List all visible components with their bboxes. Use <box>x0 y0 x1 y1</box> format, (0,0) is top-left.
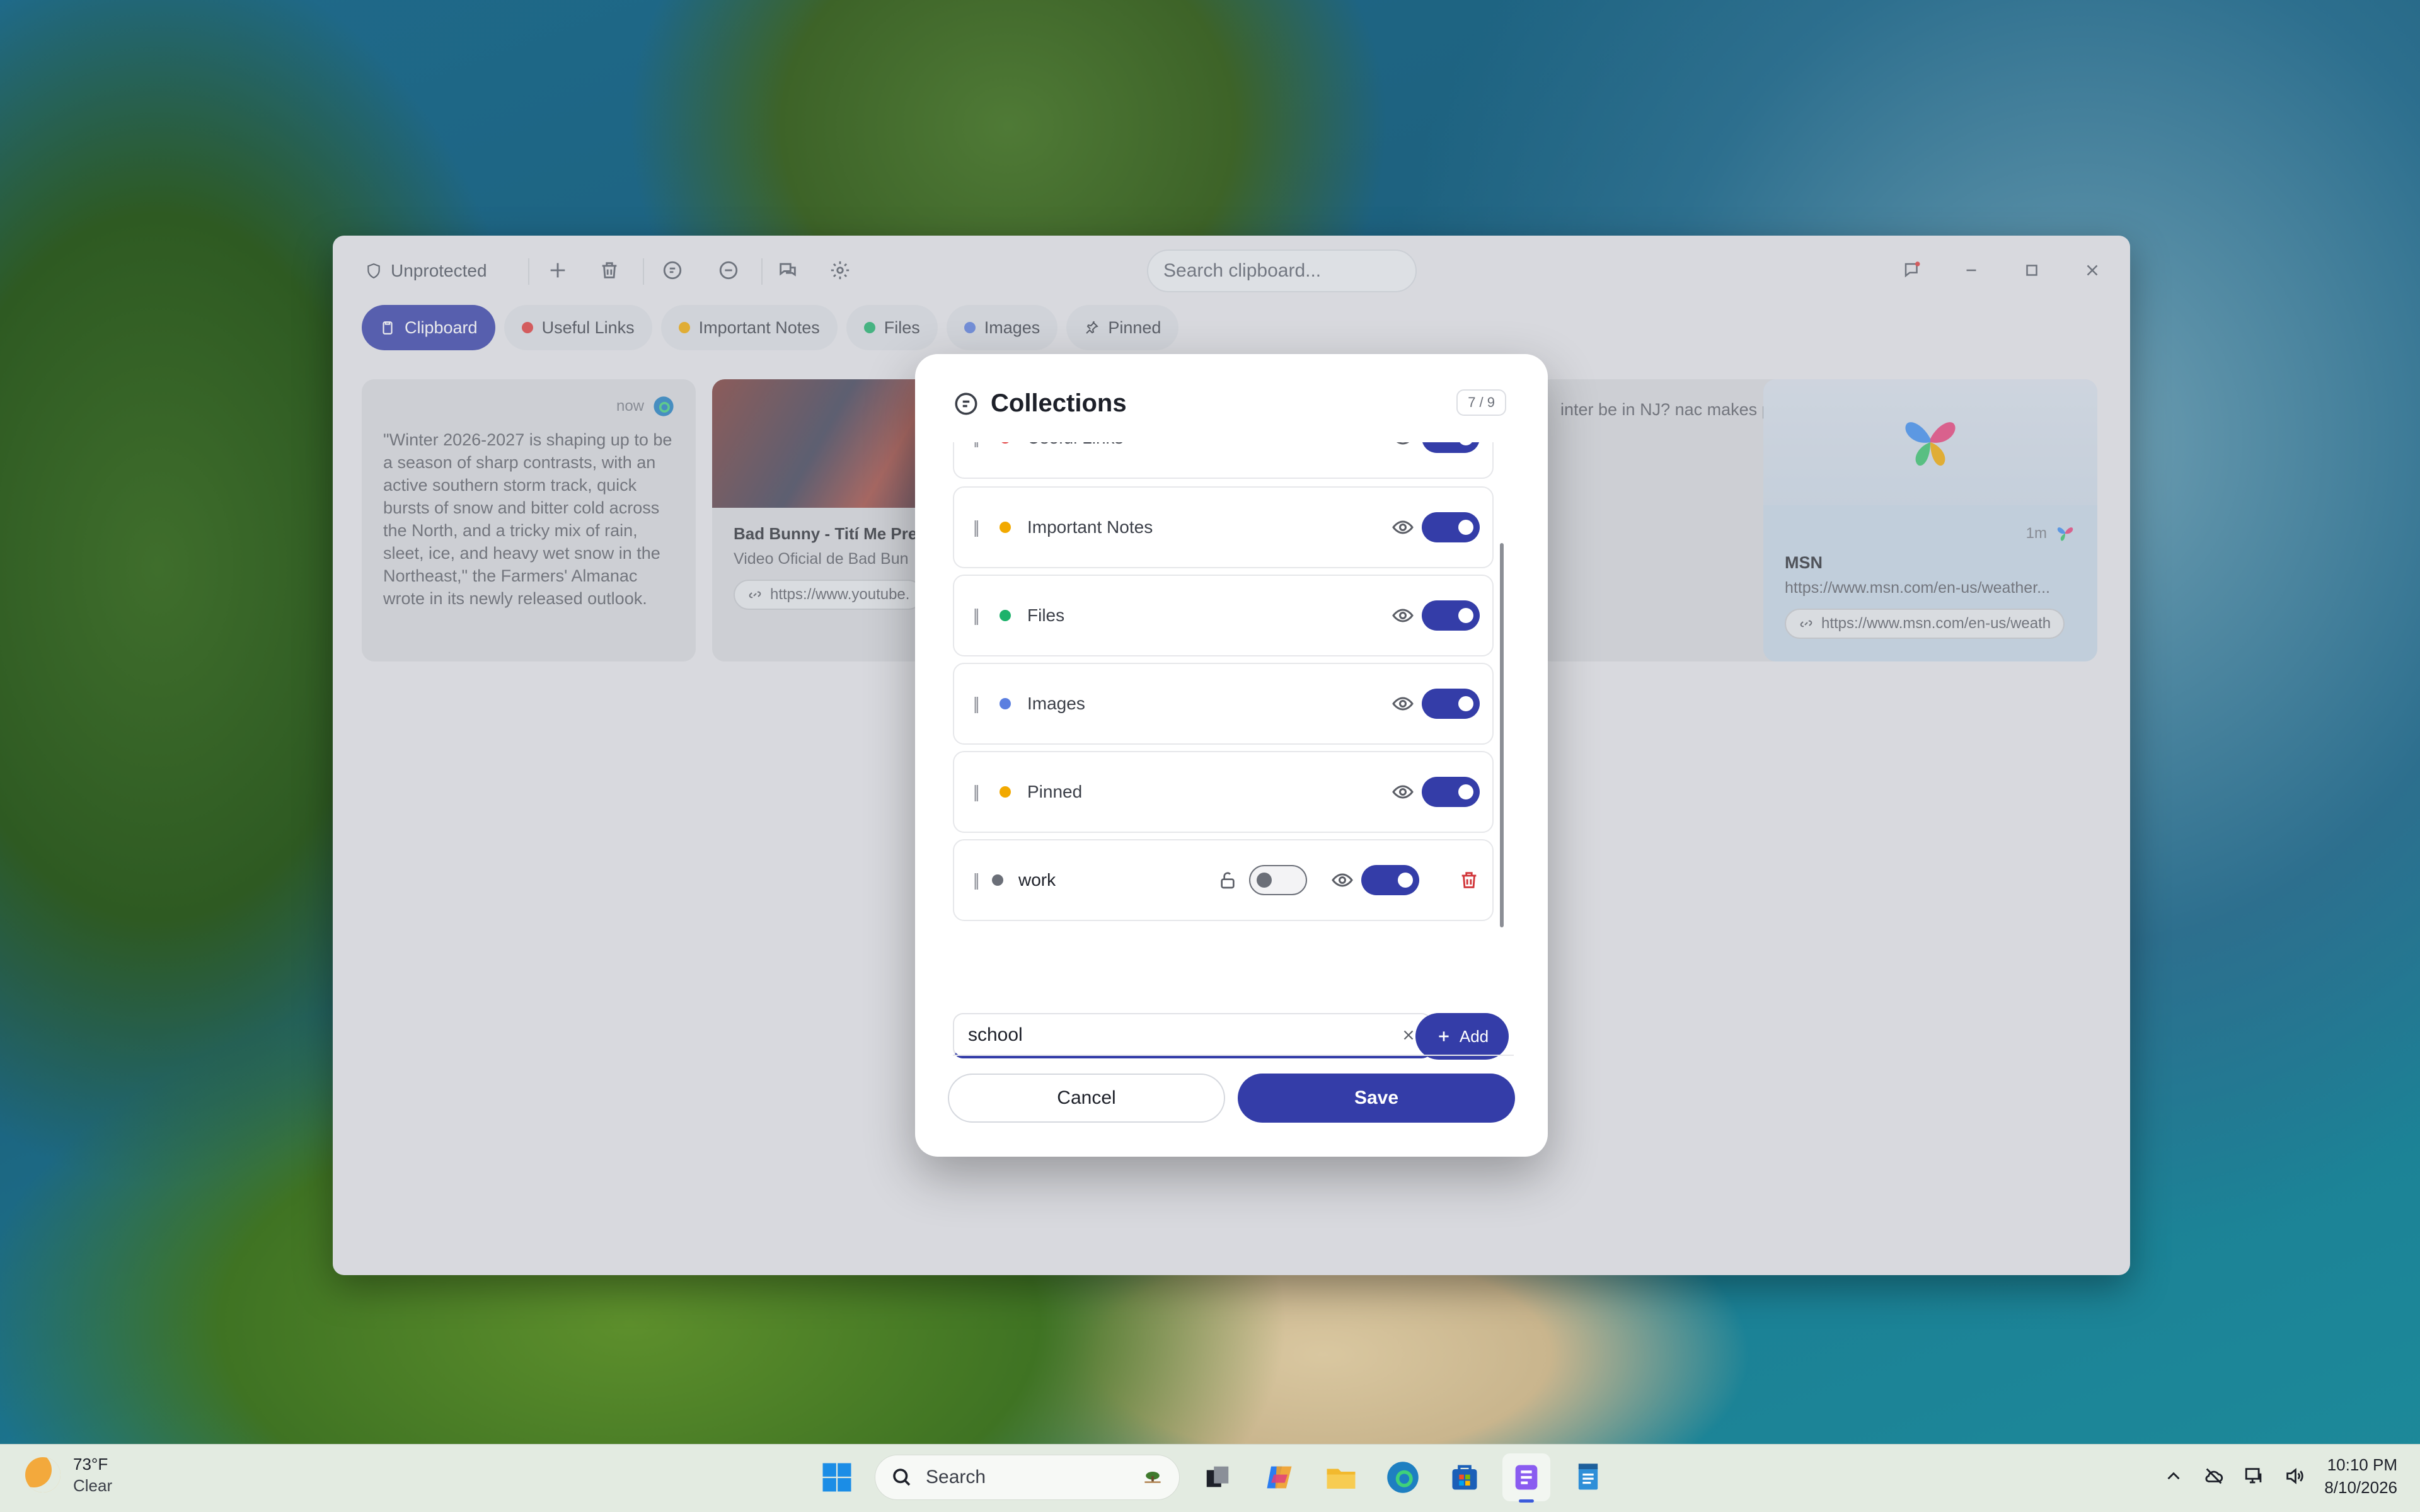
trash-icon[interactable] <box>1458 869 1480 891</box>
eye-icon <box>1392 609 1414 622</box>
color-dot <box>1000 442 1011 444</box>
collection-name: Images <box>1027 694 1085 713</box>
unlock-icon <box>1221 872 1235 889</box>
network-icon[interactable] <box>2244 1465 2265 1487</box>
clock-time: 10:10 PM <box>2327 1455 2397 1474</box>
eye-icon <box>1392 697 1414 711</box>
collection-name: work <box>1018 870 1056 890</box>
file-explorer-button[interactable] <box>1317 1453 1365 1501</box>
collections-dialog: Collections 7 / 9 || Useful Links || Imp… <box>915 354 1548 1157</box>
store-icon <box>1452 1465 1477 1490</box>
notepad-icon <box>1578 1463 1598 1490</box>
save-button[interactable]: Save <box>1238 1074 1515 1123</box>
clear-icon[interactable] <box>1400 1027 1417 1043</box>
edge-icon <box>1387 1462 1419 1493</box>
drag-handle[interactable]: || <box>973 782 979 802</box>
chevron-up-icon[interactable] <box>2163 1465 2184 1487</box>
lock-toggle[interactable] <box>1249 865 1307 895</box>
taskbar-apps: Search <box>813 1453 1612 1503</box>
start-button[interactable] <box>813 1453 861 1501</box>
task-view-button[interactable] <box>1194 1453 1242 1501</box>
drag-handle[interactable]: || <box>973 870 979 890</box>
plus-icon <box>1439 1031 1449 1041</box>
color-dot <box>992 874 1003 886</box>
drag-handle[interactable]: || <box>973 517 979 537</box>
collection-name: Useful Links <box>1027 442 1124 448</box>
list-scrollbar[interactable] <box>1500 543 1504 927</box>
collection-row-work[interactable]: || work <box>953 839 1494 921</box>
dialog-divider <box>953 1055 1514 1056</box>
search-icon <box>893 1469 911 1486</box>
visibility-toggle[interactable] <box>1361 865 1419 895</box>
weather-widget[interactable]: 73°F Clear <box>25 1453 112 1496</box>
collection-row[interactable]: || Useful Links <box>953 442 1494 479</box>
copilot-icon <box>1267 1466 1292 1489</box>
visibility-toggle[interactable] <box>1422 689 1480 719</box>
collection-row[interactable]: || Images <box>953 663 1494 745</box>
task-view-icon <box>1206 1466 1229 1487</box>
taskbar-search-label: Search <box>926 1467 986 1487</box>
color-dot <box>1000 698 1011 709</box>
visibility-toggle[interactable] <box>1422 600 1480 631</box>
clock-date: 8/10/2026 <box>2324 1478 2397 1497</box>
weather-temp: 73°F <box>73 1455 108 1474</box>
collection-name: Pinned <box>1027 782 1083 801</box>
drag-handle[interactable]: || <box>973 442 979 448</box>
eye-icon <box>1396 442 1410 445</box>
collection-row[interactable]: || Pinned <box>953 751 1494 833</box>
store-button[interactable] <box>1441 1453 1489 1501</box>
add-label: Add <box>1459 1026 1489 1046</box>
collection-name: Files <box>1027 605 1065 625</box>
windows-icon <box>822 1463 851 1492</box>
color-dot <box>1000 786 1011 798</box>
collections-icon <box>955 392 977 415</box>
visibility-toggle[interactable] <box>1422 512 1480 542</box>
drag-handle[interactable]: || <box>973 605 979 626</box>
color-dot <box>1000 610 1011 621</box>
new-collection-input[interactable] <box>968 1024 1400 1046</box>
moon-icon <box>25 1457 60 1492</box>
collection-row[interactable]: || Files <box>953 575 1494 656</box>
new-collection-field[interactable] <box>953 1013 1432 1058</box>
dialog-header: Collections <box>953 389 1127 418</box>
drag-handle[interactable]: || <box>973 694 979 714</box>
add-collection-button[interactable]: Add <box>1415 1013 1509 1060</box>
cloud-offline-icon[interactable] <box>2203 1465 2225 1487</box>
taskbar-search[interactable]: Search <box>875 1455 1180 1500</box>
collection-name: Important Notes <box>1027 517 1153 537</box>
cancel-button[interactable]: Cancel <box>948 1074 1225 1123</box>
taskbar: 73°F Clear Search 10:10 PM 8/10/2026 <box>0 1444 2420 1512</box>
weather-condition: Clear <box>73 1476 113 1495</box>
eye-icon <box>1392 520 1414 534</box>
clipboard-app-button[interactable] <box>1502 1453 1550 1503</box>
clipboard-app-icon <box>1515 1465 1538 1490</box>
system-tray: 10:10 PM 8/10/2026 <box>2163 1453 2397 1499</box>
copilot-button[interactable] <box>1255 1453 1303 1501</box>
eye-icon <box>1392 785 1414 799</box>
visibility-toggle[interactable] <box>1422 442 1480 453</box>
dialog-title: Collections <box>991 389 1127 417</box>
color-dot <box>1000 522 1011 533</box>
volume-icon[interactable] <box>2284 1465 2305 1487</box>
eye-icon <box>1332 873 1353 887</box>
visibility-toggle[interactable] <box>1422 777 1480 807</box>
notepad-button[interactable] <box>1564 1453 1612 1501</box>
collection-count-badge: 7 / 9 <box>1456 389 1506 416</box>
folder-icon <box>1327 1469 1356 1489</box>
clock[interactable]: 10:10 PM 8/10/2026 <box>2324 1453 2397 1499</box>
edge-button[interactable] <box>1379 1453 1427 1501</box>
collection-list: || Useful Links || Important Notes || Fi… <box>953 442 1507 984</box>
collection-row[interactable]: || Important Notes <box>953 486 1494 568</box>
tree-icon <box>1144 1472 1161 1483</box>
